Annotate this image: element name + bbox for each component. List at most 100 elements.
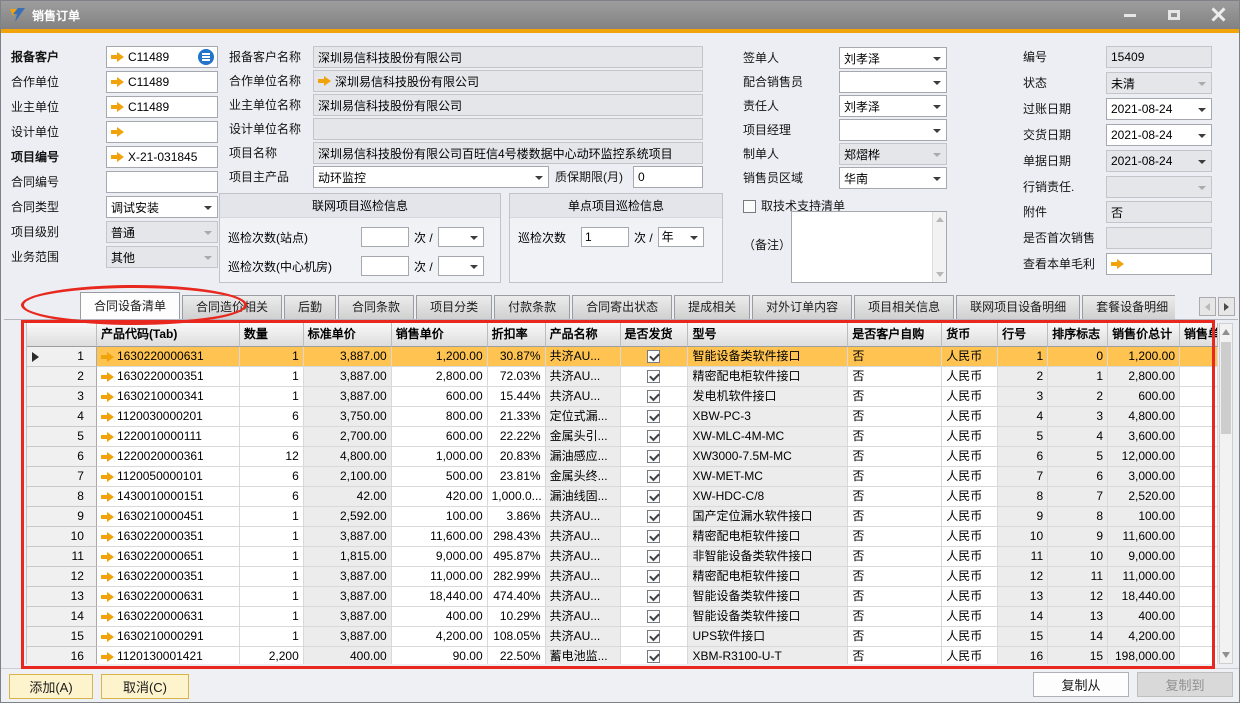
cell-line[interactable]: 1 [998,347,1048,367]
column-header-price[interactable]: 销售单价 [392,323,488,347]
cell-std[interactable]: 4,800.00 [304,447,392,467]
cell-self[interactable]: 否 [848,467,942,487]
cell-total[interactable]: 11,000.00 [1108,567,1180,587]
cell-sort[interactable]: 9 [1048,527,1108,547]
tab-4[interactable]: 项目分类 [416,295,492,319]
cell-name[interactable]: 共济AU... [546,547,621,567]
cell-disc[interactable]: 10.29% [488,607,546,627]
column-header-cur[interactable]: 货币 [942,323,998,347]
cell-shipped[interactable] [621,607,689,627]
link-arrow-icon[interactable] [101,632,114,642]
link-arrow-icon[interactable] [101,532,114,542]
table-row[interactable]: 81430010000151642.00420.001,000.0...漏油线固… [27,487,1218,507]
cell-total[interactable]: 18,440.00 [1108,587,1180,607]
cell-code[interactable]: 1630210000451 [97,507,240,527]
table-row[interactable]: 1163022000063113,887.001,200.0030.87%共济A… [27,347,1218,367]
cell-code[interactable]: 1630220000351 [97,367,240,387]
row-header[interactable]: 3 [27,387,97,407]
cell-code[interactable]: 1120030000201 [97,407,240,427]
link-arrow-icon[interactable] [111,52,124,62]
cell-cur[interactable]: 人民币 [942,447,998,467]
cell-name[interactable]: 金属头终... [546,467,621,487]
cell-disc[interactable]: 495.87% [488,547,546,567]
cell-qty[interactable]: 1 [240,367,304,387]
warranty-field[interactable]: 0 [633,166,703,188]
chevron-down-icon[interactable] [933,105,941,109]
cell-name[interactable]: 共济AU... [546,627,621,647]
cell-total[interactable]: 11,600.00 [1108,527,1180,547]
cell-model[interactable]: 智能设备类软件接口 [688,347,848,367]
shipped-checkbox[interactable] [647,570,660,583]
cell-line[interactable]: 5 [998,427,1048,447]
cell-line[interactable]: 16 [998,647,1048,664]
cell-shipped[interactable] [621,467,689,487]
cell-shipped[interactable] [621,587,689,607]
column-header-ext[interactable]: 销售单 [1180,323,1218,347]
row-header[interactable]: 6 [27,447,97,467]
cell-self[interactable]: 否 [848,587,942,607]
cell-qty[interactable]: 1 [240,567,304,587]
cell-cur[interactable]: 人民币 [942,547,998,567]
shipped-checkbox[interactable] [647,510,660,523]
row-header[interactable]: 8 [27,487,97,507]
shipped-checkbox[interactable] [647,410,660,423]
cell-cur[interactable]: 人民币 [942,507,998,527]
cell-ext[interactable] [1180,447,1218,467]
responsible-select[interactable]: 刘孝泽 [839,95,947,117]
cell-disc[interactable]: 72.03% [488,367,546,387]
scroll-up-icon[interactable] [1222,329,1230,335]
cell-disc[interactable]: 22.22% [488,427,546,447]
cell-cur[interactable]: 人民币 [942,607,998,627]
chevron-down-icon[interactable] [933,57,941,61]
cell-qty[interactable]: 6 [240,427,304,447]
cell-name[interactable]: 定位式漏... [546,407,621,427]
link-arrow-icon[interactable] [111,102,124,112]
cell-ext[interactable] [1180,587,1218,607]
cell-qty[interactable]: 12 [240,447,304,467]
cell-qty[interactable]: 1 [240,627,304,647]
tech-support-checkbox[interactable] [743,200,756,213]
inspection-count-input[interactable]: 1 [581,227,629,247]
inspection-count-freq-select[interactable]: 年 [658,227,704,247]
partner-unit-name-field[interactable]: 深圳易信科技股份有限公司 [313,70,703,92]
cell-code[interactable]: 1630210000341 [97,387,240,407]
cell-self[interactable]: 否 [848,647,942,664]
remark-scrollbar[interactable] [932,212,946,282]
report-customer-field[interactable]: C11489 [106,46,218,68]
cell-shipped[interactable] [621,627,689,647]
partner-unit-field[interactable]: C11489 [106,71,218,93]
cell-sort[interactable]: 8 [1048,507,1108,527]
cell-price[interactable]: 1,200.00 [392,347,488,367]
cell-code[interactable]: 1630210000291 [97,627,240,647]
cell-self[interactable]: 否 [848,527,942,547]
chevron-down-icon[interactable] [690,236,698,240]
shipped-checkbox[interactable] [647,490,660,503]
cell-model[interactable]: 精密配电柜软件接口 [688,367,848,387]
shipped-checkbox[interactable] [647,630,660,643]
cell-std[interactable]: 3,887.00 [304,567,392,587]
column-header-qty[interactable]: 数量 [240,323,304,347]
cell-ext[interactable] [1180,627,1218,647]
row-header[interactable]: 15 [27,627,97,647]
scroll-thumb[interactable] [1221,342,1231,434]
row-header[interactable]: 13 [27,587,97,607]
cell-price[interactable]: 500.00 [392,467,488,487]
cell-name[interactable]: 共济AU... [546,367,621,387]
cell-price[interactable]: 1,000.00 [392,447,488,467]
cell-code[interactable]: 1630220000351 [97,567,240,587]
cell-self[interactable]: 否 [848,547,942,567]
cell-std[interactable]: 3,887.00 [304,587,392,607]
cell-std[interactable]: 3,887.00 [304,627,392,647]
column-header-total[interactable]: 销售价总计 [1108,323,1180,347]
tab-6[interactable]: 合同寄出状态 [572,295,672,319]
link-arrow-icon[interactable] [101,572,114,582]
cell-model[interactable]: XW-HDC-C/8 [688,487,848,507]
row-header[interactable]: 11 [27,547,97,567]
cell-shipped[interactable] [621,367,689,387]
cell-sort[interactable]: 0 [1048,347,1108,367]
table-row[interactable]: 1611201300014212,200400.0090.0022.50%蓄电池… [27,647,1218,664]
link-arrow-icon[interactable] [101,412,114,422]
cell-line[interactable]: 9 [998,507,1048,527]
copy-from-button[interactable]: 复制从 [1033,672,1129,697]
link-arrow-icon[interactable] [111,152,124,162]
